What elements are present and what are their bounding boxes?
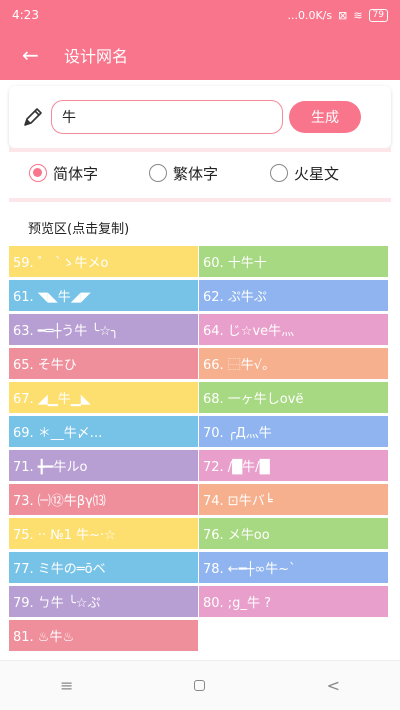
result-item[interactable]: 74. ⊡牛バ╘	[199, 484, 388, 515]
result-item[interactable]: 59. ゜ `ゝ牛メo	[9, 246, 198, 277]
result-item[interactable]: 64. じ☆ve牛灬	[199, 314, 388, 345]
result-item[interactable]: 60. 十牛十	[199, 246, 388, 277]
result-item[interactable]: 65. そ牛ひ	[9, 348, 198, 379]
battery-icon: 79	[368, 8, 388, 22]
radio-icon	[149, 164, 167, 182]
pencil-icon	[24, 108, 42, 126]
system-navbar: ≡ <	[0, 660, 400, 710]
generate-button[interactable]: 生成	[289, 101, 361, 133]
result-item[interactable]: 70. ╭Д灬牛	[199, 416, 388, 447]
result-item[interactable]: 69. ＊__牛〆...	[9, 416, 198, 447]
radio-icon	[270, 164, 288, 182]
result-item[interactable]: 66. ⿱牛√。	[199, 348, 388, 379]
radio-icon	[29, 164, 47, 182]
result-item[interactable]: 63. ━═┼う牛 ╰☆╮	[9, 314, 198, 345]
status-bar: 4:23 ...0.0K/s ⊠ ≋ 79	[0, 0, 400, 30]
page-title: 设计网名	[64, 47, 129, 66]
result-item[interactable]: 61. ◥◣牛◢◤	[9, 280, 198, 311]
option-traditional[interactable]: 繁体字	[149, 163, 218, 184]
result-item[interactable]: 80. ;g_牛 ?	[199, 586, 388, 617]
back-arrow-icon[interactable]: ←	[22, 43, 52, 67]
result-item[interactable]: 78. ←━┼∞牛~`	[199, 552, 388, 583]
option-martian[interactable]: 火星文	[270, 163, 339, 184]
result-item[interactable]: 75. ·· №1 牛~·☆	[9, 518, 198, 549]
result-item[interactable]: 73. ㈠⑫牛βγ⒀	[9, 484, 198, 515]
input-card: 牛 生成	[9, 86, 391, 148]
network-speed: ...0.0K/s	[287, 8, 333, 22]
result-item[interactable]: 79. ㄅ牛 ╰☆ぷ	[9, 586, 198, 617]
menu-icon[interactable]: ≡	[47, 676, 87, 695]
script-options: 简体字 繁体字 火星文	[9, 152, 391, 194]
result-item[interactable]: 81. ♨牛♨	[9, 620, 198, 651]
result-item[interactable]: 71. ╋━牛ルo	[9, 450, 198, 481]
result-item[interactable]: 68. 一ヶ牛しovë	[199, 382, 388, 413]
option-label: 简体字	[53, 164, 99, 183]
sim-icon: ⊠	[338, 8, 348, 22]
option-simplified[interactable]: 简体字	[29, 163, 98, 184]
result-item[interactable]: 72. /█牛/█	[199, 450, 388, 481]
status-time: 4:23	[12, 8, 39, 22]
result-item[interactable]: 76. メ牛oo	[199, 518, 388, 549]
app-bar: ← 设计网名	[0, 30, 400, 80]
back-icon[interactable]: <	[313, 676, 353, 695]
result-item[interactable]: 67. ◢▁牛▁◣	[9, 382, 198, 413]
divider	[9, 198, 391, 202]
result-item[interactable]: 77. ミ牛の═ōベ	[9, 552, 198, 583]
name-input[interactable]: 牛	[51, 100, 283, 134]
option-label: 火星文	[294, 164, 340, 183]
result-item[interactable]: 62. ぷ牛ぷ	[199, 280, 388, 311]
wifi-icon: ≋	[353, 8, 363, 22]
preview-title: 预览区(点击复制)	[28, 222, 130, 237]
option-label: 繁体字	[173, 164, 219, 183]
home-icon[interactable]	[180, 676, 220, 695]
